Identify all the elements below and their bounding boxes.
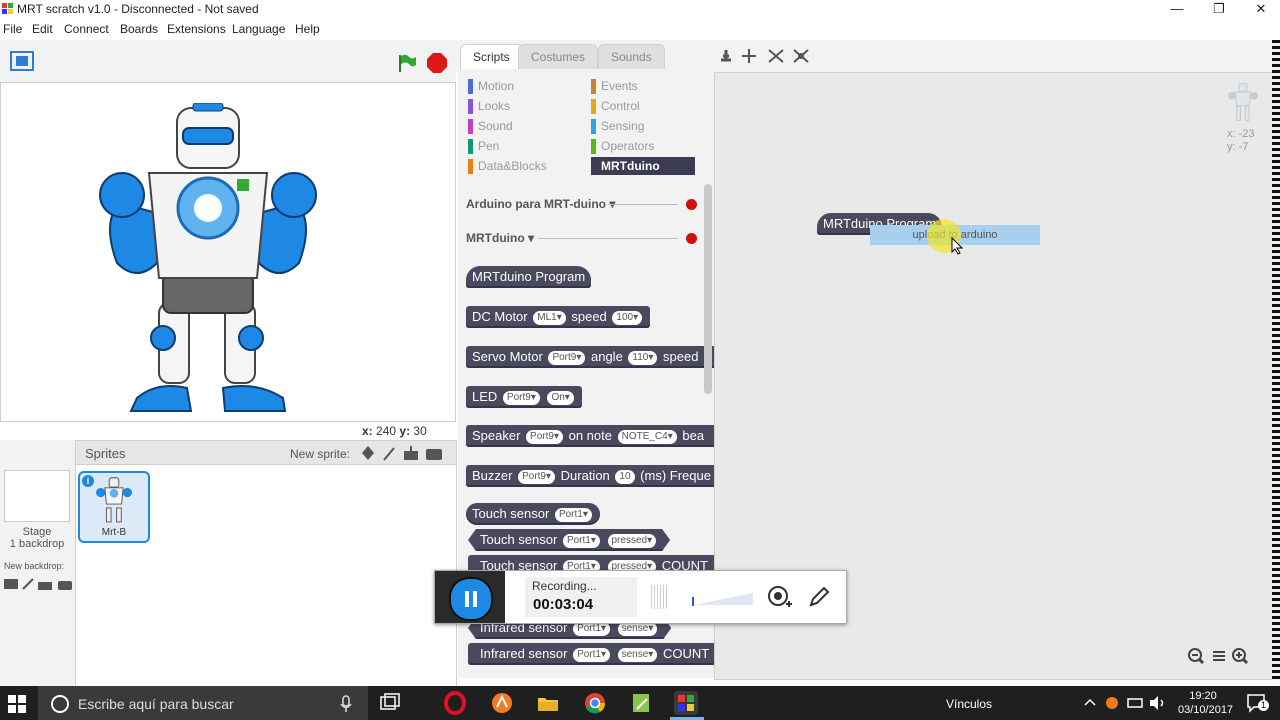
close-button[interactable]: ✕ xyxy=(1238,0,1280,20)
divider xyxy=(608,204,678,205)
mrt-scratch-taskbar-icon[interactable] xyxy=(674,691,698,715)
menu-boards[interactable]: Boards xyxy=(120,22,158,36)
block-touch-sensor-pressed[interactable]: Touch sensor Port1▾ pressed▾ xyxy=(468,529,670,551)
notification-center-icon[interactable]: 1 xyxy=(1246,693,1269,713)
block-servo-motor[interactable]: Servo Motor Port9▾ angle 110▾ speed xyxy=(466,346,714,368)
search-box[interactable]: Escribe aquí para buscar xyxy=(38,686,368,720)
block-mrtduino-program[interactable]: MRTduino Program xyxy=(466,266,592,288)
backdrop-tools xyxy=(3,577,73,591)
status-dot-icon xyxy=(686,233,697,244)
menu-bar: File Edit Connect Boards Extensions Lang… xyxy=(0,20,1280,40)
stage-info: Stage 1 backdrop xyxy=(9,526,65,550)
green-flag-icon[interactable] xyxy=(396,52,418,74)
menu-help[interactable]: Help xyxy=(295,22,320,36)
menu-edit[interactable]: Edit xyxy=(32,22,53,36)
status-dot-icon xyxy=(686,199,697,210)
cursor-tools[interactable] xyxy=(716,46,816,66)
app-icon xyxy=(2,3,13,14)
pause-button[interactable] xyxy=(449,577,493,621)
category-data-blocks[interactable]: Data&Blocks xyxy=(468,157,588,175)
title-bar: MRT scratch v1.0 - Disconnected - Not sa… xyxy=(0,0,1280,20)
pen-icon[interactable] xyxy=(807,585,831,609)
tab-scripts[interactable]: Scripts xyxy=(460,44,523,69)
robot-sprite-image[interactable] xyxy=(97,102,319,413)
script-toolbar xyxy=(714,40,1280,72)
tab-costumes[interactable]: Costumes xyxy=(518,44,599,69)
window-title: MRT scratch v1.0 - Disconnected - Not sa… xyxy=(17,2,259,16)
notepad-icon[interactable] xyxy=(629,691,653,715)
stop-icon[interactable] xyxy=(427,53,447,73)
mouse-cursor-icon xyxy=(951,236,964,258)
category-sound[interactable]: Sound xyxy=(468,117,588,135)
task-view-icon[interactable] xyxy=(378,691,402,715)
sprite-list: i Mrt-B xyxy=(75,464,457,688)
divider xyxy=(538,238,678,239)
recording-time: 00:03:04 xyxy=(533,596,594,613)
restore-button[interactable]: ❐ xyxy=(1196,0,1242,20)
block-speaker[interactable]: Speaker Port9▾ on note NOTE_C4▾ bea xyxy=(466,425,714,447)
category-operators[interactable]: Operators xyxy=(591,137,711,155)
recording-label: Recording... xyxy=(532,579,597,593)
sprites-header: Sprites New sprite: xyxy=(75,440,457,466)
avast-icon[interactable] xyxy=(490,691,514,715)
block-categories: Motion Looks Sound Pen Data&Blocks Event… xyxy=(458,72,714,182)
info-icon[interactable]: i xyxy=(82,475,94,487)
category-looks[interactable]: Looks xyxy=(468,97,588,115)
category-motion[interactable]: Motion xyxy=(468,77,588,95)
screen-recorder-widget: Recording... 00:03:04 xyxy=(434,570,847,624)
menu-extensions[interactable]: Extensions xyxy=(167,22,226,36)
search-placeholder: Escribe aquí para buscar xyxy=(78,696,234,712)
file-explorer-icon[interactable] xyxy=(536,691,560,715)
block-touch-sensor[interactable]: Touch sensor Port1▾ xyxy=(466,503,600,525)
sprite-position: x: -23 y: -7 xyxy=(1227,128,1255,153)
microphone-icon xyxy=(340,695,352,712)
volume-slider[interactable] xyxy=(691,589,755,607)
clock[interactable]: 19:20 03/10/2017 xyxy=(1178,689,1233,717)
windows-taskbar: Escribe aquí para buscar Vínculos 19:20 0… xyxy=(0,686,1280,720)
stage-header xyxy=(0,40,456,82)
webcam-icon[interactable] xyxy=(767,585,793,611)
menu-file[interactable]: File xyxy=(3,22,22,36)
zoom-controls[interactable] xyxy=(1187,647,1259,665)
category-mrtduino[interactable]: MRTduino xyxy=(591,157,695,175)
palette-scrollbar[interactable] xyxy=(704,184,712,394)
sprites-panel: Stage 1 backdrop New backdrop: Sprites Ne… xyxy=(0,440,457,688)
editor-tabs: Scripts Costumes Sounds xyxy=(456,40,714,72)
windows-start-icon[interactable] xyxy=(8,695,26,713)
tab-sounds[interactable]: Sounds xyxy=(598,44,665,69)
menu-connect[interactable]: Connect xyxy=(64,22,109,36)
new-backdrop-label: New backdrop: xyxy=(4,561,65,571)
sprite-name: Mrt-B xyxy=(101,527,127,538)
links-toolbar[interactable]: Vínculos xyxy=(946,697,992,711)
stage-coordinates: x: 240 y: 30 xyxy=(362,424,427,438)
stage-canvas[interactable] xyxy=(0,82,456,422)
minimize-button[interactable]: — xyxy=(1154,0,1200,20)
category-events[interactable]: Events xyxy=(591,77,711,95)
block-led[interactable]: LED Port9▾ On▾ xyxy=(466,386,582,408)
system-tray-icons[interactable] xyxy=(1082,695,1174,711)
block-buzzer[interactable]: Buzzer Port9▾ Duration 10 (ms) Freque xyxy=(466,465,714,487)
recording-status-box: Recording... 00:03:04 xyxy=(525,577,637,617)
extension-arduino-mrtduino[interactable]: Arduino para MRT-duino ▾ xyxy=(466,197,615,211)
menu-language[interactable]: Language xyxy=(232,22,285,36)
chrome-icon[interactable] xyxy=(583,691,607,715)
new-sprite-tools[interactable] xyxy=(360,445,446,461)
opera-icon[interactable] xyxy=(443,691,467,715)
fullscreen-icon[interactable] xyxy=(10,51,34,71)
stage-thumbnail[interactable] xyxy=(4,470,70,522)
block-infrared-sensor-count[interactable]: Infrared sensor Port1▾ sense▾ COUNT xyxy=(468,643,714,665)
category-sensing[interactable]: Sensing xyxy=(591,117,711,135)
category-control[interactable]: Control xyxy=(591,97,711,115)
sprite-watermark-icon xyxy=(1227,83,1259,123)
right-edge-strip xyxy=(1272,40,1280,680)
category-pen[interactable]: Pen xyxy=(468,137,588,155)
audio-level-icon xyxy=(651,585,669,609)
block-dc-motor[interactable]: DC Motor ML1▾ speed 100▾ xyxy=(466,306,651,328)
sprite-thumbnail-mrt-b[interactable]: i Mrt-B xyxy=(78,471,150,543)
extension-mrtduino[interactable]: MRTduino ▾ xyxy=(466,231,534,245)
